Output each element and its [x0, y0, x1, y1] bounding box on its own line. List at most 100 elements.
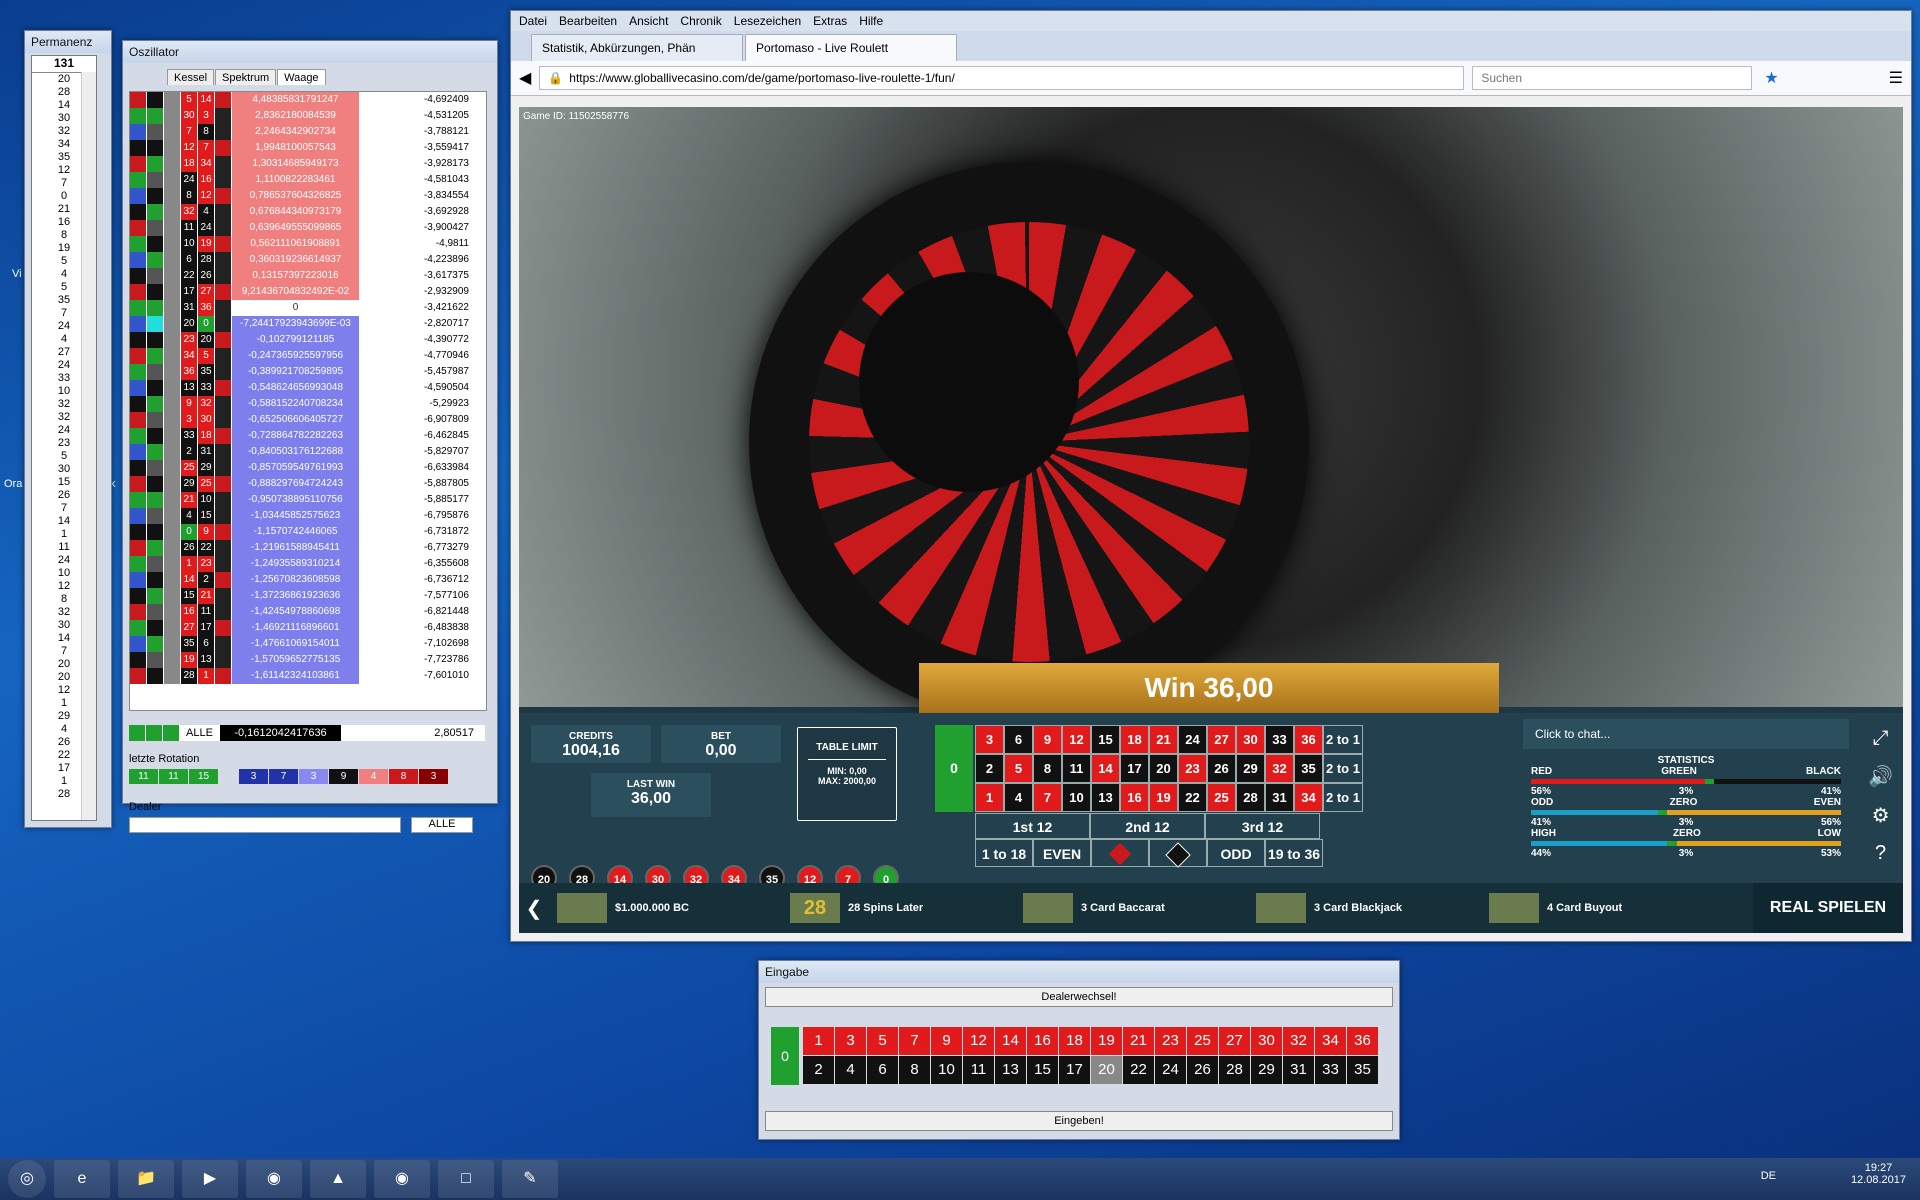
help-icon[interactable]: ? [1868, 842, 1893, 865]
input-number[interactable]: 30 [1251, 1027, 1282, 1055]
bet-outside[interactable]: 1 to 18 [975, 839, 1033, 867]
input-number[interactable]: 22 [1123, 1056, 1154, 1084]
bet-cell[interactable]: 35 [1294, 754, 1323, 783]
input-number[interactable]: 3 [835, 1027, 866, 1055]
bet-cell[interactable]: 15 [1091, 725, 1120, 754]
bet-zero[interactable]: 0 [935, 725, 973, 812]
input-number[interactable]: 12 [963, 1027, 994, 1055]
menu-item-3[interactable]: Chronik [680, 14, 721, 28]
input-number[interactable]: 28 [1219, 1056, 1250, 1084]
input-number[interactable]: 8 [899, 1056, 930, 1084]
promo-item[interactable]: 4 Card Buyout [1481, 893, 1714, 923]
bet-cell[interactable]: 34 [1294, 783, 1323, 812]
bet-cell[interactable]: 6 [1004, 725, 1033, 754]
input-number[interactable]: 9 [931, 1027, 962, 1055]
input-number[interactable]: 20 [1091, 1056, 1122, 1084]
real-play-button[interactable]: REAL SPIELEN [1753, 883, 1903, 933]
paint-icon[interactable]: ✎ [502, 1160, 558, 1198]
bet-cell[interactable]: 26 [1207, 754, 1236, 783]
input-number[interactable]: 35 [1347, 1056, 1378, 1084]
input-number[interactable]: 5 [867, 1027, 898, 1055]
window-icon[interactable]: □ [438, 1160, 494, 1198]
input-number[interactable]: 26 [1187, 1056, 1218, 1084]
menu-icon[interactable]: ☰ [1889, 68, 1903, 88]
bet-red[interactable] [1091, 839, 1149, 867]
input-number[interactable]: 13 [995, 1056, 1026, 1084]
bet-cell[interactable]: 27 [1207, 725, 1236, 754]
input-number[interactable]: 7 [899, 1027, 930, 1055]
input-number[interactable]: 6 [867, 1056, 898, 1084]
bet-outside[interactable]: 19 to 36 [1265, 839, 1323, 867]
bet-cell[interactable]: 16 [1120, 783, 1149, 812]
bet-dozen[interactable]: 2nd 12 [1090, 813, 1205, 839]
input-number[interactable]: 11 [963, 1056, 994, 1084]
input-number[interactable]: 18 [1059, 1027, 1090, 1055]
input-number[interactable]: 33 [1315, 1056, 1346, 1084]
sound-icon[interactable]: 🔊 [1868, 764, 1893, 789]
vlc-icon[interactable]: ▲ [310, 1160, 366, 1198]
submit-button[interactable]: Eingeben! [765, 1111, 1393, 1131]
input-number[interactable]: 32 [1283, 1027, 1314, 1055]
bet-black[interactable] [1149, 839, 1207, 868]
bet-cell[interactable]: 20 [1149, 754, 1178, 783]
browser-tab[interactable]: Portomaso - Live Roulett [745, 34, 957, 61]
input-number[interactable]: 25 [1187, 1027, 1218, 1055]
bet-cell[interactable]: 30 [1236, 725, 1265, 754]
bet-cell[interactable]: 13 [1091, 783, 1120, 812]
input-zero[interactable]: 0 [771, 1027, 799, 1085]
bet-cell[interactable]: 2 [975, 754, 1004, 783]
search-input[interactable]: Suchen [1472, 66, 1753, 90]
prev-icon[interactable]: ❮ [519, 896, 549, 921]
oscillator-grid[interactable]: 5 14 4,48385831791247 -4,692409 30 3 2,8362180… [129, 91, 487, 711]
back-icon[interactable]: ◀ [519, 68, 531, 88]
input-number[interactable]: 19 [1091, 1027, 1122, 1055]
bet-cell[interactable]: 21 [1149, 725, 1178, 754]
bet-cell[interactable]: 18 [1120, 725, 1149, 754]
bet-cell[interactable]: 32 [1265, 754, 1294, 783]
bet-cell[interactable]: 1 [975, 783, 1004, 812]
input-number[interactable]: 1 [803, 1027, 834, 1055]
input-number[interactable]: 17 [1059, 1056, 1090, 1084]
tab-kessel[interactable]: Kessel [167, 69, 215, 85]
bet-cell[interactable]: 3 [975, 725, 1004, 754]
language-indicator[interactable]: DE [1761, 1170, 1776, 1182]
bet-cell[interactable]: 36 [1294, 725, 1323, 754]
bet-cell[interactable]: 4 [1004, 783, 1033, 812]
bet-cell[interactable]: 7 [1033, 783, 1062, 812]
bet-cell[interactable]: 10 [1062, 783, 1091, 812]
bet-cell[interactable]: 33 [1265, 725, 1294, 754]
bet-outside[interactable]: ODD [1207, 839, 1265, 867]
start-icon[interactable]: ◎ [8, 1160, 46, 1198]
folder-icon[interactable]: 📁 [118, 1160, 174, 1198]
dealer-select[interactable]: ALLE [411, 817, 473, 833]
bet-cell[interactable]: 9 [1033, 725, 1062, 754]
bet-cell[interactable]: 17 [1120, 754, 1149, 783]
tab-waage[interactable]: Waage [277, 69, 326, 85]
input-number[interactable]: 16 [1027, 1027, 1058, 1055]
promo-item[interactable]: 3 Card Blackjack [1248, 893, 1481, 923]
menu-item-6[interactable]: Hilfe [859, 14, 883, 28]
menu-item-1[interactable]: Bearbeiten [559, 14, 617, 28]
bet-cell[interactable]: 14 [1091, 754, 1120, 783]
bet-cell[interactable]: 31 [1265, 783, 1294, 812]
bet-cell[interactable]: 28 [1236, 783, 1265, 812]
chat-input[interactable]: Click to chat... [1523, 719, 1849, 749]
input-number[interactable]: 27 [1219, 1027, 1250, 1055]
bet-outside[interactable]: EVEN [1033, 839, 1091, 867]
bet-cell[interactable]: 19 [1149, 783, 1178, 812]
bet-cell[interactable]: 11 [1062, 754, 1091, 783]
menu-item-2[interactable]: Ansicht [629, 14, 668, 28]
bet-cell[interactable]: 23 [1178, 754, 1207, 783]
bet-cell[interactable]: 25 [1207, 783, 1236, 812]
bookmark-star-icon[interactable]: ★ [1764, 68, 1778, 88]
bet-cell[interactable]: 22 [1178, 783, 1207, 812]
bet-cell[interactable]: 2 to 1 [1323, 725, 1363, 754]
tab-spektrum[interactable]: Spektrum [215, 69, 277, 85]
firefox-icon[interactable]: ◉ [246, 1160, 302, 1198]
bet-dozen[interactable]: 1st 12 [975, 813, 1090, 839]
input-number[interactable]: 21 [1123, 1027, 1154, 1055]
media-icon[interactable]: ▶ [182, 1160, 238, 1198]
menu-item-4[interactable]: Lesezeichen [734, 14, 801, 28]
dealer-change-button[interactable]: Dealerwechsel! [765, 987, 1393, 1007]
url-bar[interactable]: 🔒 https://www.globallivecasino.com/de/gam… [539, 66, 1465, 90]
